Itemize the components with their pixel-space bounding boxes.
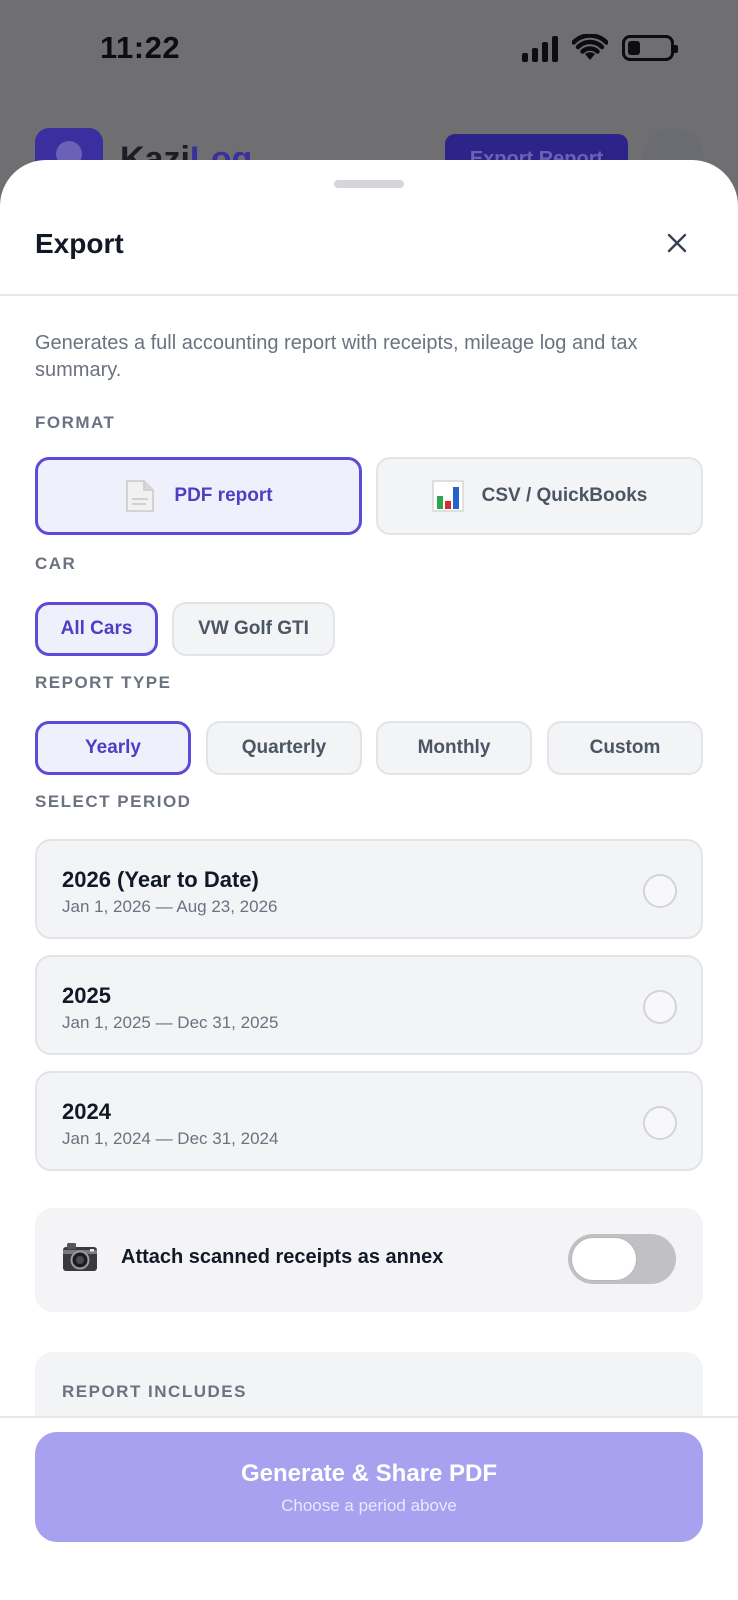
export-sheet: Export Generates a full accounting repor… — [0, 160, 738, 1600]
period-option[interactable]: 2026 (Year to Date) Jan 1, 2026 — Aug 23… — [35, 839, 703, 939]
generate-button-subtitle: Choose a period above — [281, 1496, 457, 1515]
generate-share-pdf-button[interactable]: Generate & Share PDF Choose a period abo… — [35, 1432, 703, 1542]
signal-icon — [522, 34, 558, 62]
generate-button-title: Generate & Share PDF — [240, 1460, 498, 1487]
period-radio[interactable] — [643, 990, 677, 1024]
bar-chart-icon — [431, 480, 464, 512]
close-icon — [667, 233, 687, 253]
period-title: 2026 (Year to Date) — [62, 867, 259, 892]
battery-icon — [622, 35, 678, 61]
period-title: 2024 — [62, 1099, 111, 1124]
car-vw-golf-chip[interactable]: VW Golf GTI — [172, 602, 335, 656]
report-type-label: REPORT TYPE — [35, 673, 172, 692]
period-option[interactable]: 2024 Jan 1, 2024 — Dec 31, 2024 — [35, 1071, 703, 1171]
toggle-knob — [571, 1237, 637, 1281]
status-icons — [522, 34, 678, 62]
report-includes-label: REPORT INCLUDES — [62, 1382, 247, 1401]
attach-receipts-row: Attach scanned receipts as annex — [35, 1208, 703, 1312]
period-range: Jan 1, 2025 — Dec 31, 2025 — [62, 1013, 279, 1032]
camera-icon — [63, 1243, 97, 1271]
attach-receipts-toggle[interactable] — [568, 1234, 676, 1284]
status-time: 11:22 — [100, 30, 181, 65]
format-pdf-button[interactable]: PDF report — [35, 457, 362, 535]
wifi-icon — [572, 34, 608, 60]
sheet-title: Export — [35, 228, 124, 259]
format-label: FORMAT — [35, 413, 116, 432]
period-option[interactable]: 2025 Jan 1, 2025 — Dec 31, 2025 — [35, 955, 703, 1055]
header-divider — [0, 294, 738, 296]
select-period-label: SELECT PERIOD — [35, 792, 192, 811]
period-radio[interactable] — [643, 1106, 677, 1140]
car-all-chip[interactable]: All Cars — [35, 602, 158, 656]
report-type-monthly-chip[interactable]: Monthly — [376, 721, 532, 775]
car-label: CAR — [35, 554, 77, 573]
period-title: 2025 — [62, 983, 111, 1008]
period-radio[interactable] — [643, 874, 677, 908]
period-range: Jan 1, 2026 — Aug 23, 2026 — [62, 897, 278, 916]
attach-receipts-label: Attach scanned receipts as annex — [121, 1246, 444, 1268]
report-type-custom-chip[interactable]: Custom — [547, 721, 703, 775]
document-icon — [126, 480, 155, 512]
sheet-grabber[interactable] — [334, 180, 404, 188]
sheet-description: Generates a full accounting report with … — [35, 332, 638, 381]
format-csv-button[interactable]: CSV / QuickBooks — [376, 457, 703, 535]
format-csv-label: CSV / QuickBooks — [481, 485, 648, 506]
report-type-yearly-chip[interactable]: Yearly — [35, 721, 191, 775]
sheet-footer: Generate & Share PDF Choose a period abo… — [0, 1416, 738, 1600]
format-pdf-label: PDF report — [174, 485, 273, 506]
period-range: Jan 1, 2024 — Dec 31, 2024 — [62, 1129, 279, 1148]
close-button[interactable] — [660, 226, 694, 260]
report-type-quarterly-chip[interactable]: Quarterly — [206, 721, 362, 775]
